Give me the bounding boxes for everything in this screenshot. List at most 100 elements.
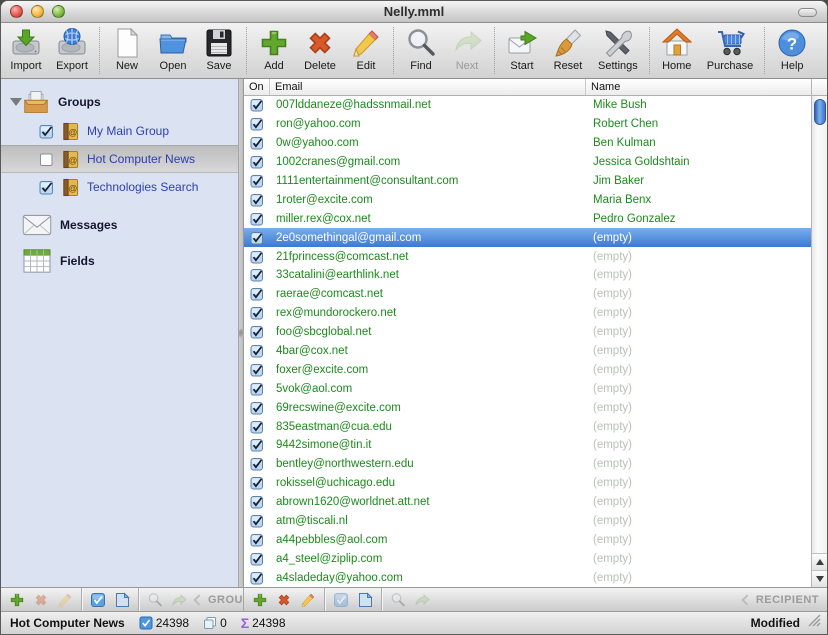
scrollbar-track[interactable] bbox=[812, 96, 827, 553]
table-row[interactable]: 21fprincess@comcast.net(empty) bbox=[244, 247, 811, 266]
settings-button[interactable]: Settings bbox=[591, 23, 645, 78]
row-checkbox[interactable] bbox=[244, 552, 270, 566]
row-checkbox[interactable] bbox=[244, 325, 270, 339]
column-header-name[interactable]: Name bbox=[586, 79, 811, 95]
table-row[interactable]: 5vok@aol.com(empty) bbox=[244, 379, 811, 398]
delete-group-button[interactable] bbox=[33, 592, 49, 608]
row-checkbox[interactable] bbox=[244, 250, 270, 264]
table-row[interactable]: miller.rex@cox.netPedro Gonzalez bbox=[244, 209, 811, 228]
edit-button[interactable]: Edit bbox=[343, 23, 389, 78]
table-row[interactable]: foo@sbcglobal.net(empty) bbox=[244, 323, 811, 342]
sidebar-section-messages[interactable]: Messages bbox=[1, 207, 238, 243]
table-row[interactable]: 0w@yahoo.comBen Kulman bbox=[244, 134, 811, 153]
row-checkbox[interactable] bbox=[244, 457, 270, 471]
table-row[interactable]: 1roter@excite.comMaria Benx bbox=[244, 190, 811, 209]
reset-button[interactable]: Reset bbox=[545, 23, 591, 78]
sidebar-section-groups[interactable]: Groups bbox=[1, 87, 238, 117]
redo-recipient-button[interactable] bbox=[414, 592, 430, 608]
table-row[interactable]: a44pebbles@aol.com(empty) bbox=[244, 530, 811, 549]
open-button[interactable]: Open bbox=[150, 23, 196, 78]
check-group-button[interactable] bbox=[90, 592, 106, 608]
row-checkbox[interactable] bbox=[244, 363, 270, 377]
row-checkbox[interactable] bbox=[244, 268, 270, 282]
checked-checkbox[interactable] bbox=[39, 180, 54, 195]
row-checkbox[interactable] bbox=[244, 174, 270, 188]
row-checkbox[interactable] bbox=[244, 155, 270, 169]
check-recipient-button[interactable] bbox=[333, 592, 349, 608]
sidebar-item-hot-computer-news[interactable]: @Hot Computer News bbox=[1, 145, 238, 173]
redo-group-button[interactable] bbox=[171, 592, 187, 608]
home-button[interactable]: Home bbox=[654, 23, 700, 78]
row-checkbox[interactable] bbox=[244, 571, 270, 585]
row-checkbox[interactable] bbox=[244, 401, 270, 415]
row-checkbox[interactable] bbox=[244, 533, 270, 547]
table-row[interactable]: raerae@comcast.net(empty) bbox=[244, 285, 811, 304]
row-checkbox[interactable] bbox=[244, 136, 270, 150]
row-checkbox[interactable] bbox=[244, 98, 270, 112]
group-page-button[interactable] bbox=[114, 592, 130, 608]
row-checkbox[interactable] bbox=[244, 212, 270, 226]
add-recipient-button[interactable] bbox=[252, 592, 268, 608]
add-group-button[interactable] bbox=[9, 592, 25, 608]
resize-grip[interactable] bbox=[808, 614, 821, 632]
column-header-email[interactable]: Email bbox=[270, 79, 586, 95]
sidebar-item-technologies-search[interactable]: @Technologies Search bbox=[1, 173, 238, 201]
table-row[interactable]: ron@yahoo.comRobert Chen bbox=[244, 115, 811, 134]
row-checkbox[interactable] bbox=[244, 382, 270, 396]
vertical-scrollbar[interactable] bbox=[811, 79, 827, 587]
next-button[interactable]: Next bbox=[444, 23, 490, 78]
checked-checkbox[interactable] bbox=[39, 124, 54, 139]
scrollbar-thumb[interactable] bbox=[814, 99, 826, 125]
delete-button[interactable]: Delete bbox=[297, 23, 343, 78]
table-row[interactable]: 2e0somethingal@gmail.com(empty) bbox=[244, 228, 811, 247]
sidebar-splitter[interactable] bbox=[238, 79, 244, 587]
add-button[interactable]: Add bbox=[251, 23, 297, 78]
row-checkbox[interactable] bbox=[244, 306, 270, 320]
find-recipient-button[interactable] bbox=[390, 592, 406, 608]
table-row[interactable]: 1111entertainment@consultant.comJim Bake… bbox=[244, 172, 811, 191]
row-checkbox[interactable] bbox=[244, 344, 270, 358]
table-row[interactable]: 4bar@cox.net(empty) bbox=[244, 342, 811, 361]
row-checkbox[interactable] bbox=[244, 420, 270, 434]
row-checkbox[interactable] bbox=[244, 193, 270, 207]
table-row[interactable]: 835eastman@cua.edu(empty) bbox=[244, 417, 811, 436]
row-checkbox[interactable] bbox=[244, 438, 270, 452]
table-row[interactable]: 69recswine@excite.com(empty) bbox=[244, 398, 811, 417]
import-button[interactable]: Import bbox=[3, 23, 49, 78]
toolbar-toggle-button[interactable] bbox=[798, 8, 817, 17]
help-button[interactable]: ?Help bbox=[769, 23, 815, 78]
row-checkbox[interactable] bbox=[244, 495, 270, 509]
table-row[interactable]: atm@tiscali.nl(empty) bbox=[244, 512, 811, 531]
row-checkbox[interactable] bbox=[244, 287, 270, 301]
table-row[interactable]: bentley@northwestern.edu(empty) bbox=[244, 455, 811, 474]
row-checkbox[interactable] bbox=[244, 117, 270, 131]
table-row[interactable]: 9442simone@tin.it(empty) bbox=[244, 436, 811, 455]
table-row[interactable]: 007lddaneze@hadssnmail.netMike Bush bbox=[244, 96, 811, 115]
scroll-up-button[interactable] bbox=[812, 553, 827, 570]
find-button[interactable]: Find bbox=[398, 23, 444, 78]
save-button[interactable]: Save bbox=[196, 23, 242, 78]
find-group-button[interactable] bbox=[147, 592, 163, 608]
table-row[interactable]: 33catalini@earthlink.net(empty) bbox=[244, 266, 811, 285]
sidebar-item-my-main-group[interactable]: @My Main Group bbox=[1, 117, 238, 145]
table-row[interactable]: rex@mundorockero.net(empty) bbox=[244, 304, 811, 323]
scroll-down-button[interactable] bbox=[812, 570, 827, 587]
unchecked-checkbox[interactable] bbox=[39, 152, 54, 167]
table-row[interactable]: abrown1620@worldnet.att.net(empty) bbox=[244, 493, 811, 512]
delete-recipient-button[interactable] bbox=[276, 592, 292, 608]
row-checkbox[interactable] bbox=[244, 476, 270, 490]
edit-recipient-button[interactable] bbox=[300, 592, 316, 608]
table-row[interactable]: a4_steel@ziplip.com(empty) bbox=[244, 549, 811, 568]
table-row[interactable]: foxer@excite.com(empty) bbox=[244, 360, 811, 379]
new-button[interactable]: New bbox=[104, 23, 150, 78]
column-header-on[interactable]: On bbox=[244, 79, 270, 95]
row-checkbox[interactable] bbox=[244, 514, 270, 528]
table-row[interactable]: a4sladeday@yahoo.com(empty) bbox=[244, 568, 811, 587]
table-row[interactable]: 1002cranes@gmail.comJessica Goldshtain bbox=[244, 153, 811, 172]
row-checkbox[interactable] bbox=[244, 231, 270, 245]
table-row[interactable]: rokissel@uchicago.edu(empty) bbox=[244, 474, 811, 493]
purchase-button[interactable]: Purchase bbox=[700, 23, 760, 78]
disclosure-triangle-icon[interactable] bbox=[10, 98, 22, 106]
recipient-page-button[interactable] bbox=[357, 592, 373, 608]
start-button[interactable]: Start bbox=[499, 23, 545, 78]
